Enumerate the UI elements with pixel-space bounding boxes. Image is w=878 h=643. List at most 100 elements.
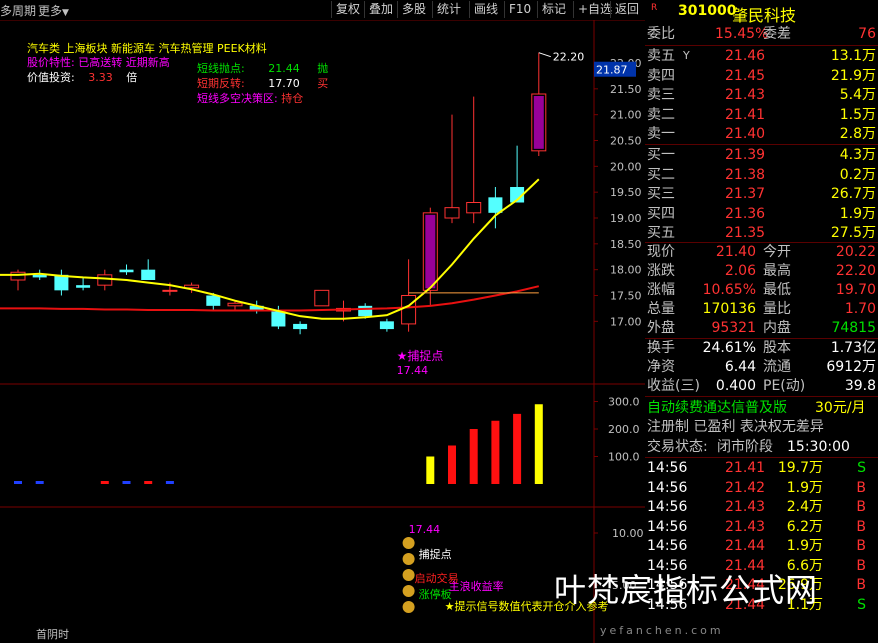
sell-row: 卖五 21.46 13.1万 Y [645, 46, 878, 66]
toolbar-button-back[interactable]: 返回 [610, 1, 643, 18]
toolbar-button-mark[interactable]: 标记 [537, 1, 570, 18]
signal-label: ★捕捉点 [397, 348, 444, 363]
stat-value: 170136 [702, 301, 756, 317]
stat-row: 涨跌 2.06 最高 22.20 [645, 261, 878, 281]
buy-level-label: 买二 [647, 166, 675, 183]
weibi-label: 委比 [647, 26, 675, 42]
kline-chart-area[interactable]: 22.20★捕捉点17.44 22.0021.5021.0020.5020.00… [0, 20, 645, 643]
watermark-url: yefanchen.com [600, 624, 724, 637]
stat-value: 2.06 [724, 263, 756, 279]
volume-bar [469, 429, 478, 484]
tick-time: 14:56 [647, 460, 688, 476]
volume-bars [14, 404, 543, 484]
tick-price: 21.42 [725, 479, 766, 496]
stat-value: 39.8 [844, 378, 876, 394]
sell-row: 卖一 21.40 2.8万 [645, 124, 878, 144]
tick-time: 14:56 [647, 518, 688, 535]
volume-bar [448, 445, 456, 484]
stock-header: R 301000 肇民科技 [645, 0, 878, 25]
candle-body [314, 289, 330, 307]
toolbar-button-stats[interactable]: 统计 [432, 1, 465, 18]
toolbar-button-multistock[interactable]: 多股 [397, 1, 430, 18]
stat-value: 22.20 [835, 263, 876, 279]
candle-body [97, 274, 113, 286]
tick-direction: S [857, 460, 866, 476]
short-reversal-value: 17.70 [268, 77, 300, 90]
promo-row[interactable]: 自动续费通达信普及版 30元/月 [645, 398, 878, 418]
weibi-row: 委比 15.45% 委差 76 [645, 24, 878, 44]
stat-label: 换手 [647, 340, 675, 356]
promo-text: 自动续费通达信普及版 [647, 400, 787, 416]
y-tick-label: 18.50 [610, 238, 642, 251]
watermark-text: 叶梵宸指标公式网 [554, 571, 819, 609]
tick-row: 14:56 21.44 1.9万 B [645, 536, 878, 556]
y-tick-label: 19.00 [610, 212, 642, 225]
short-reversal-label: 短期反转: [197, 77, 245, 90]
buy-level-label: 买三 [647, 186, 675, 202]
candle-highlight [425, 214, 436, 289]
tick-row: 14:56 21.41 19.7万 S [645, 458, 878, 478]
low-label: 17.44 [397, 364, 429, 377]
buy-volume: 1.9万 [839, 205, 876, 222]
candle-body [10, 271, 26, 281]
stock-name: 肇民科技 [732, 6, 797, 25]
stat-value: 1.70 [844, 301, 876, 317]
tick-time: 14:56 [647, 479, 688, 496]
sell-volume: 2.8万 [839, 126, 876, 142]
y-tick-label: 21.00 [610, 109, 642, 122]
volume-bar [14, 481, 22, 484]
toolbar-button-f10[interactable]: F10 [504, 1, 535, 18]
stat-label: 净资 [647, 359, 675, 375]
candle-body [162, 289, 178, 292]
trade-state-value: 闭市阶段 [717, 439, 773, 455]
weicha-label: 委差 [763, 26, 791, 42]
buy-price: 21.38 [725, 166, 766, 183]
y-tick-label: 17.50 [610, 290, 642, 303]
signal-panel: 17.44捕捉点启动交易主浪收益率涨停板★提示信号数值代表开仓介入参考首阴时 [36, 523, 608, 641]
y-tick-label: 18.00 [610, 264, 642, 277]
sell-level-label: 卖四 [647, 67, 675, 84]
candle-body [271, 311, 286, 327]
sell-row: 卖四 21.45 21.9万 [645, 66, 878, 86]
axis-ticks: 22.0021.5021.0020.5020.0019.5019.0018.50… [594, 57, 644, 592]
stat-value: 95321 [711, 320, 756, 336]
stat-label: 涨跌 [647, 263, 675, 279]
stat-label: 收益(三) [647, 378, 700, 394]
tick-direction: B [856, 538, 866, 554]
stat-label: 量比 [763, 301, 791, 317]
toolbar-button-overlay[interactable]: 叠加 [364, 1, 397, 18]
more-menu[interactable]: 更多▼ [38, 2, 69, 19]
signal-wave-label: 主浪收益率 [449, 579, 504, 593]
promo-price: 30元/月 [815, 400, 866, 416]
sell-mark: Y [683, 49, 690, 62]
tick-direction: B [856, 557, 866, 574]
short-sell-value: 21.44 [268, 62, 300, 75]
tick-row: 14:56 21.42 1.9万 B [645, 478, 878, 498]
coin-icon [402, 601, 415, 613]
stat-value: 6.44 [724, 359, 756, 375]
volume-bar [144, 481, 153, 484]
tick-direction: B [856, 499, 866, 515]
sell-price: 21.43 [725, 87, 766, 103]
toolbar-button-draw[interactable]: 画线 [469, 1, 502, 18]
candle-body [466, 202, 482, 214]
buy-level-label: 买四 [647, 205, 675, 222]
stat-value: 24.61% [702, 340, 756, 356]
candle-body [358, 305, 373, 317]
stat-value: 21.40 [715, 244, 756, 260]
stat-label: 内盘 [763, 320, 791, 336]
stat-label: 外盘 [647, 320, 675, 336]
volume-bar [513, 413, 522, 484]
toolbar-button-fuquan[interactable]: 复权 [331, 1, 364, 18]
stat-value: 20.22 [835, 244, 876, 260]
short-sell-label: 短线抛点: [197, 62, 245, 75]
period-menu[interactable]: 多周期 [0, 2, 36, 19]
stat-row: 收益(三) 0.400 PE(动) 39.8 [645, 376, 878, 396]
chart-grid [0, 20, 645, 643]
tick-time: 14:56 [647, 538, 688, 554]
candle-body [293, 323, 308, 330]
sell-level-label: 卖五 [647, 48, 675, 64]
sell-price: 21.40 [725, 126, 766, 142]
tick-price: 21.41 [725, 460, 766, 476]
coin-icon [402, 553, 415, 565]
